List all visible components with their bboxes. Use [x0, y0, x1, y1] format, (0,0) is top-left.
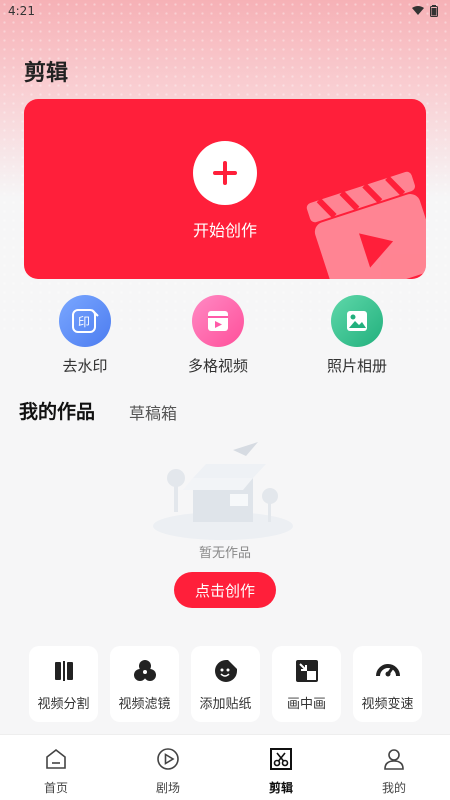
nav-edit[interactable]: 剪辑 — [225, 735, 337, 800]
tool-add-sticker[interactable]: 添加贴纸 — [191, 646, 260, 722]
tool-video-filter[interactable]: 视频滤镜 — [110, 646, 179, 722]
clapperboard-icon — [306, 171, 426, 279]
remove-watermark-button[interactable]: 印 去水印 — [25, 295, 145, 376]
sticker-icon — [214, 660, 237, 682]
tool-label: 画中画 — [286, 697, 326, 712]
tool-label: 视频滤镜 — [118, 697, 171, 712]
nav-label: 剧场 — [155, 781, 180, 795]
tool-label: 视频变速 — [361, 697, 414, 712]
home-icon — [46, 748, 66, 769]
empty-box-illustration — [153, 442, 293, 540]
quick-label: 去水印 — [62, 357, 108, 375]
quick-label: 照片相册 — [326, 357, 387, 375]
edit-icon — [270, 748, 292, 770]
tab-drafts[interactable]: 草稿箱 — [129, 400, 177, 424]
watermark-icon: 印 — [59, 295, 111, 347]
add-button[interactable] — [193, 141, 257, 205]
tool-label: 视频分割 — [37, 697, 90, 712]
tool-video-split[interactable]: 视频分割 — [29, 646, 98, 722]
split-icon — [54, 661, 73, 681]
svg-text:印: 印 — [78, 315, 90, 329]
nav-theater[interactable]: 剧场 — [112, 735, 224, 800]
tool-label: 添加贴纸 — [199, 697, 252, 712]
play-icon — [157, 748, 179, 770]
tab-my-works[interactable]: 我的作品 — [19, 397, 95, 424]
plus-icon — [213, 161, 237, 185]
tool-video-speed[interactable]: 视频变速 — [353, 646, 422, 722]
nav-profile[interactable]: 我的 — [338, 735, 450, 800]
nav-label: 剪辑 — [268, 781, 293, 795]
filter-icon — [133, 660, 156, 681]
nav-home[interactable]: 首页 — [0, 735, 112, 800]
battery-icon — [430, 5, 438, 17]
multi-grid-video-button[interactable]: 多格视频 — [158, 295, 278, 376]
user-icon — [384, 749, 404, 770]
status-time: 4:21 — [8, 4, 35, 18]
pip-icon — [295, 660, 318, 682]
nav-label: 我的 — [381, 781, 406, 795]
speed-icon — [375, 664, 400, 677]
photo-icon — [331, 295, 383, 347]
wifi-icon — [412, 6, 424, 15]
start-creation-card[interactable]: 开始创作 — [24, 99, 426, 279]
bottom-navigation: 首页 剧场 剪辑 我的 — [0, 734, 450, 800]
photo-album-button[interactable]: 照片相册 — [297, 295, 417, 376]
video-grid-icon — [192, 295, 244, 347]
status-bar: 4:21 — [0, 0, 450, 22]
click-create-button[interactable]: 点击创作 — [174, 572, 276, 608]
page-title: 剪辑 — [24, 61, 69, 86]
tool-picture-in-picture[interactable]: 画中画 — [272, 646, 341, 722]
nav-label: 首页 — [43, 781, 68, 795]
quick-label: 多格视频 — [187, 357, 248, 375]
empty-state-text: 暂无作品 — [198, 546, 251, 561]
